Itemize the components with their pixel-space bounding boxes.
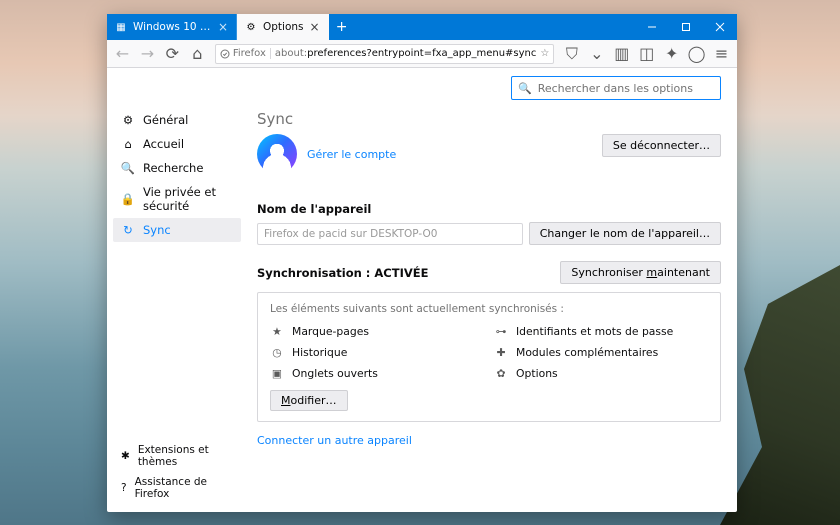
sync-item-tabs: ▣Onglets ouverts <box>270 367 484 380</box>
star-icon: ★ <box>270 325 284 338</box>
profile-icon[interactable]: ◯ <box>685 42 708 66</box>
new-tab-button[interactable]: + <box>329 14 355 40</box>
close-tab-icon[interactable]: × <box>218 20 228 34</box>
gear-icon: ⚙ <box>121 113 135 127</box>
preferences-main: 🔍 Rechercher dans les options Sync Gérer… <box>247 68 737 512</box>
sidebar-item-search[interactable]: 🔍 Recherche <box>113 156 241 180</box>
sidebar-toggle-icon[interactable]: ◫ <box>635 42 658 66</box>
tabs-icon: ▣ <box>270 367 284 380</box>
sidebar-footer-label: Extensions et thèmes <box>138 444 233 468</box>
key-icon: ⊶ <box>494 325 508 338</box>
back-button[interactable]: ← <box>111 42 134 66</box>
site-identity[interactable]: Firefox <box>220 48 271 59</box>
page-title: Sync <box>257 110 721 128</box>
search-icon: 🔍 <box>121 161 135 175</box>
close-tab-icon[interactable]: × <box>310 20 320 34</box>
search-preferences-input[interactable]: 🔍 Rechercher dans les options <box>511 76 721 100</box>
sync-items-box: Les éléments suivants sont actuellement … <box>257 292 721 422</box>
sidebar-footer-support[interactable]: ? Assistance de Firefox <box>113 472 241 504</box>
search-placeholder: Rechercher dans les options <box>538 82 693 95</box>
sidebar-item-sync[interactable]: ↻ Sync <box>113 218 241 242</box>
sign-out-button[interactable]: Se déconnecter… <box>602 134 721 157</box>
window-close-button[interactable] <box>703 14 737 40</box>
preferences-sidebar: ⚙ Général ⌂ Accueil 🔍 Recherche 🔒 Vie privée… <box>107 68 247 512</box>
puzzle-icon: ✚ <box>494 346 508 359</box>
device-name-heading: Nom de l'appareil <box>257 202 721 216</box>
sync-intro-text: Les éléments suivants sont actuellement … <box>270 303 708 315</box>
sidebar-item-home[interactable]: ⌂ Accueil <box>113 132 241 156</box>
change-device-name-button[interactable]: Changer le nom de l'appareil… <box>529 222 721 245</box>
tab-label: Windows 10 : comment reme... <box>133 21 212 33</box>
bookmark-star-icon[interactable]: ☆ <box>540 48 549 59</box>
sync-status-label: Synchronisation : ACTIVÉE <box>257 266 428 280</box>
sync-item-options: ✿Options <box>494 367 708 380</box>
sync-icon: ↻ <box>121 223 135 237</box>
sync-now-button[interactable]: Synchroniser maintenant <box>560 261 721 284</box>
lock-icon: 🔒 <box>121 192 135 206</box>
sync-item-addons: ✚Modules complémentaires <box>494 346 708 359</box>
history-icon: ◷ <box>270 346 284 359</box>
tab-active[interactable]: ⚙ Options × <box>237 14 329 40</box>
url-bar[interactable]: Firefox about:preferences?entrypoint=fxa… <box>215 44 555 64</box>
sync-item-logins: ⊶Identifiants et mots de passe <box>494 325 708 338</box>
connect-device-link[interactable]: Connecter un autre appareil <box>257 434 412 447</box>
app-menu-icon[interactable]: ≡ <box>710 42 733 66</box>
home-button[interactable]: ⌂ <box>186 42 209 66</box>
sidebar-item-label: Sync <box>143 223 171 237</box>
forward-button[interactable]: → <box>136 42 159 66</box>
gear-icon: ✿ <box>494 367 508 380</box>
favicon: ▦ <box>115 21 127 33</box>
shield-icon[interactable]: ⛉ <box>560 42 583 66</box>
manage-account-link[interactable]: Gérer le compte <box>307 148 396 161</box>
home-icon: ⌂ <box>121 137 135 151</box>
window-minimize-button[interactable] <box>635 14 669 40</box>
search-icon: 🔍 <box>518 82 532 95</box>
help-icon: ? <box>121 482 127 494</box>
avatar <box>257 134 297 174</box>
sidebar-footer-label: Assistance de Firefox <box>135 476 233 500</box>
pocket-icon[interactable]: ⌄ <box>585 42 608 66</box>
sidebar-item-privacy[interactable]: 🔒 Vie privée et sécurité <box>113 180 241 218</box>
puzzle-icon: ✱ <box>121 450 130 462</box>
sync-item-history: ◷Historique <box>270 346 484 359</box>
identity-label: Firefox <box>233 48 266 59</box>
tab-label: Options <box>263 21 304 33</box>
sync-item-bookmarks: ★Marque-pages <box>270 325 484 338</box>
sidebar-item-label: Accueil <box>143 137 184 151</box>
extensions-icon[interactable]: ✦ <box>660 42 683 66</box>
sidebar-item-label: Général <box>143 113 188 127</box>
sidebar-footer-extensions[interactable]: ✱ Extensions et thèmes <box>113 440 241 472</box>
tab-strip: ▦ Windows 10 : comment reme... × ⚙ Optio… <box>107 14 737 40</box>
browser-window: ▦ Windows 10 : comment reme... × ⚙ Optio… <box>107 14 737 512</box>
sidebar-item-general[interactable]: ⚙ Général <box>113 108 241 132</box>
modify-sync-button[interactable]: Modifier… <box>270 390 348 411</box>
library-icon[interactable]: ▥ <box>610 42 633 66</box>
device-name-input[interactable] <box>257 223 523 245</box>
sidebar-item-label: Recherche <box>143 161 203 175</box>
url-text: about:preferences?entrypoint=fxa_app_men… <box>275 48 536 59</box>
window-maximize-button[interactable] <box>669 14 703 40</box>
favicon: ⚙ <box>245 21 257 33</box>
sidebar-item-label: Vie privée et sécurité <box>143 185 233 213</box>
toolbar: ← → ⟳ ⌂ Firefox about:preferences?entryp… <box>107 40 737 68</box>
content-area: ⚙ Général ⌂ Accueil 🔍 Recherche 🔒 Vie privée… <box>107 68 737 512</box>
tab-inactive[interactable]: ▦ Windows 10 : comment reme... × <box>107 14 237 40</box>
reload-button[interactable]: ⟳ <box>161 42 184 66</box>
